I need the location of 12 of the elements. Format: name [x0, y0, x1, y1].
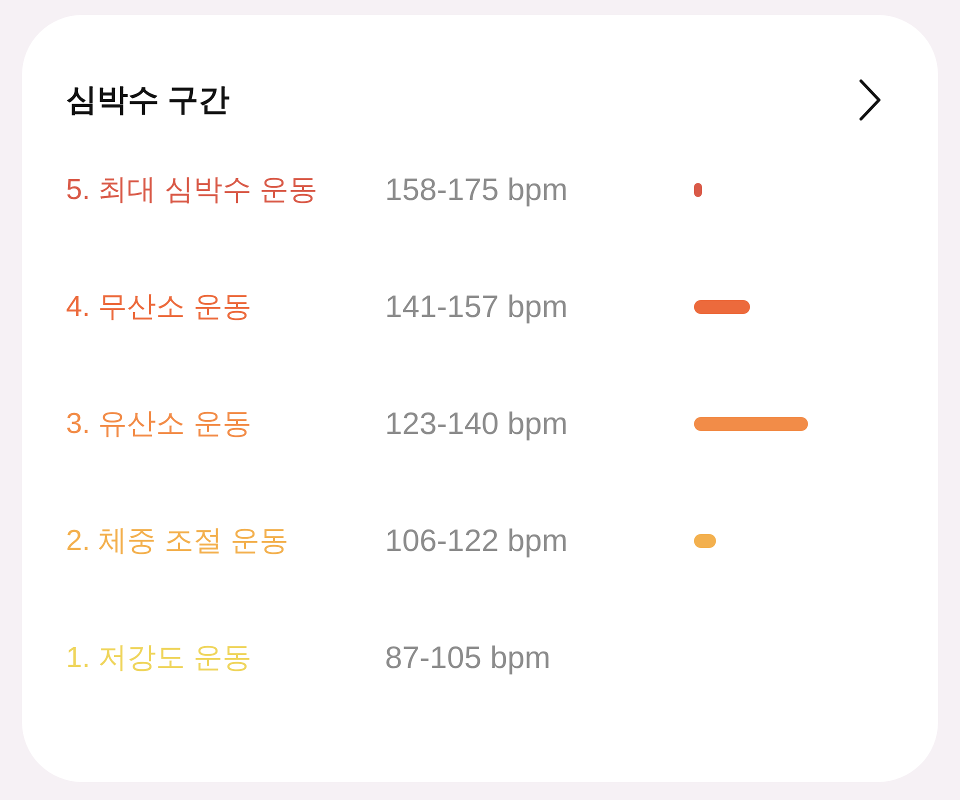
bpm-range: 123-140 bpm [385, 406, 569, 442]
zone-label: 1. 저강도 운동 [66, 640, 252, 676]
zone-label: 2. 체중 조절 운동 [66, 524, 290, 558]
zone-label: 3. 유산소 운동 [66, 406, 252, 442]
zone-label: 5. 최대 심박수 운동 [66, 172, 318, 208]
bpm-range: 141-157 bpm [385, 288, 569, 324]
bpm-range: 106-122 bpm [385, 522, 569, 558]
chevron-right-icon[interactable] [858, 79, 882, 121]
bpm-range: 87-105 bpm [385, 640, 552, 676]
card-title: 심박수 구간 [66, 81, 230, 119]
zone-label: 4. 무산소 운동 [66, 290, 252, 324]
bpm-range: 158-175 bpm [385, 172, 569, 208]
